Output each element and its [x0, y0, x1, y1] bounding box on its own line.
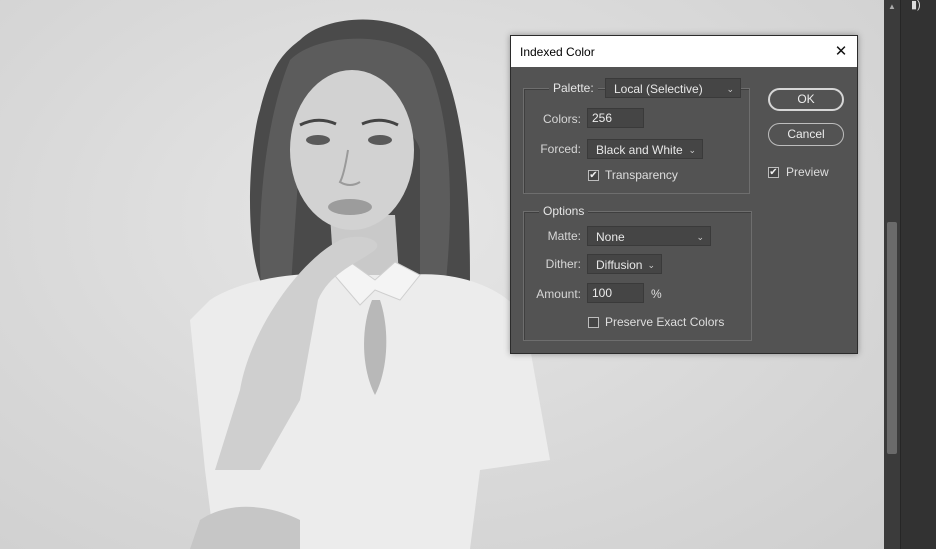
transparency-checkbox[interactable]: ✔ [588, 170, 599, 181]
dither-select[interactable]: Diffusion ⌄ [587, 254, 662, 274]
dither-value: Diffusion [596, 258, 643, 272]
amount-label: Amount: [536, 287, 581, 301]
amount-unit: % [651, 287, 662, 301]
scrollbar-thumb[interactable] [887, 222, 897, 454]
preserve-exact-colors-checkbox[interactable] [588, 317, 599, 328]
close-icon[interactable]: ✕ [825, 36, 857, 67]
palette-label: Palette: [549, 81, 598, 95]
forced-value: Black and White [596, 143, 683, 157]
cancel-button[interactable]: Cancel [768, 123, 844, 146]
vertical-scrollbar[interactable]: ▲ [884, 0, 900, 549]
ok-button[interactable]: OK [768, 88, 844, 111]
chevron-down-icon: ⌄ [696, 232, 704, 242]
matte-select[interactable]: None ⌄ [587, 226, 711, 246]
indexed-color-dialog: Indexed Color ✕ Palette: Local (Selectiv… [510, 35, 858, 354]
matte-label: Matte: [547, 229, 581, 243]
dialog-title: Indexed Color [520, 45, 595, 59]
right-panel: ▮) [900, 0, 936, 549]
panel-tool-icon[interactable]: ▮) [911, 0, 927, 12]
forced-select[interactable]: Black and White ⌄ [587, 139, 703, 159]
palette-value: Local (Selective) [614, 82, 703, 96]
preserve-exact-colors-label: Preserve Exact Colors [605, 315, 725, 329]
forced-label: Forced: [540, 142, 581, 156]
palette-select[interactable]: Local (Selective) ⌄ [605, 78, 741, 98]
chevron-down-icon: ⌄ [726, 84, 734, 94]
preview-label: Preview [786, 165, 829, 179]
amount-input[interactable]: 100 [587, 283, 644, 303]
dialog-titlebar[interactable]: Indexed Color ✕ [511, 36, 857, 67]
scroll-up-icon[interactable]: ▲ [887, 2, 897, 12]
chevron-down-icon: ⌄ [647, 260, 655, 270]
dither-label: Dither: [545, 257, 581, 271]
chevron-down-icon: ⌄ [688, 145, 696, 155]
transparency-label: Transparency [605, 168, 678, 182]
matte-value: None [596, 230, 625, 244]
colors-input[interactable]: 256 [587, 108, 644, 128]
colors-label: Colors: [542, 112, 581, 126]
options-legend: Options [539, 204, 589, 218]
preview-checkbox[interactable]: ✔ [768, 167, 779, 178]
